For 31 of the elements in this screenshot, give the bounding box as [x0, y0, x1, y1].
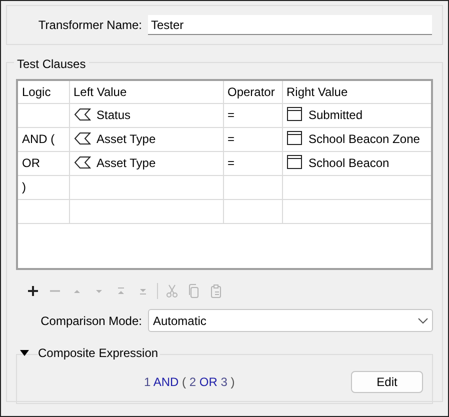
- table-cell: School Beacon Zone: [308, 132, 420, 146]
- attribute-icon: [74, 108, 90, 121]
- comparison-mode-dropdown[interactable]: Automatic: [148, 309, 433, 332]
- table-cell: =: [228, 156, 235, 170]
- value-icon: [286, 107, 302, 121]
- table-cell: Asset Type: [96, 156, 156, 170]
- table-cell: =: [228, 132, 235, 146]
- name-input[interactable]: Tester: [148, 15, 432, 35]
- table-cell: School Beacon: [308, 156, 390, 170]
- expand-toggle-icon[interactable]: [20, 350, 29, 356]
- table-cell: OR: [22, 156, 40, 170]
- table-cell: Status: [96, 108, 131, 122]
- expression-text: 1 AND ( 2 OR 3 ): [144, 374, 236, 391]
- column-header: Right Value: [282, 81, 431, 103]
- value-icon: [286, 131, 302, 145]
- column-header: Logic: [18, 81, 69, 103]
- add-icon[interactable]: [26, 284, 40, 298]
- column-header: Operator: [223, 81, 282, 103]
- edit-button[interactable]: Edit: [351, 371, 423, 393]
- table-cell: =: [228, 108, 235, 122]
- attribute-icon: [74, 132, 90, 145]
- value-icon: [286, 155, 302, 169]
- field-label: Comparison Mode:: [40, 312, 143, 330]
- table-cell: Asset Type: [96, 132, 156, 146]
- table-cell: Submitted: [308, 108, 363, 122]
- attribute-icon: [74, 156, 90, 169]
- chevron-down-icon: [418, 318, 428, 324]
- table-cell: AND (: [22, 132, 55, 146]
- field-label: Transformer Name:: [37, 17, 143, 34]
- table-cell: ): [22, 180, 26, 194]
- column-header: Left Value: [69, 81, 223, 103]
